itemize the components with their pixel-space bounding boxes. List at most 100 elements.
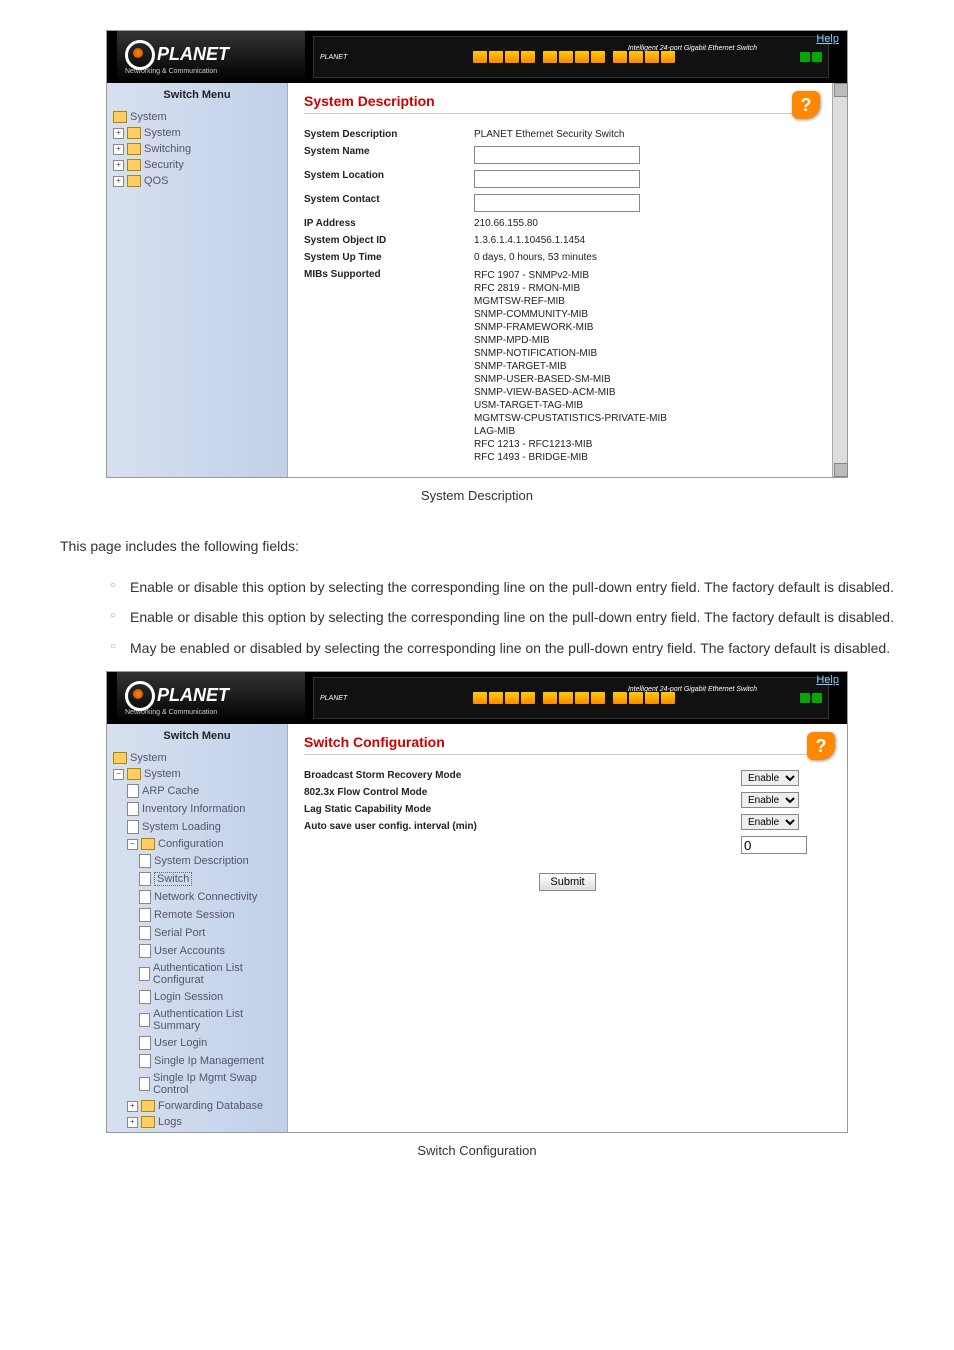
bullet-item: ○Enable or disable this option by select…	[110, 604, 894, 631]
expand-icon[interactable]: +	[113, 128, 124, 139]
sidebar: Switch Menu System +System +Switching +S…	[107, 83, 288, 477]
label-sysdesc: System Description	[304, 129, 474, 140]
tree-item[interactable]: +Switching	[113, 141, 281, 157]
logo: PLANET Networking & Communication	[117, 31, 305, 83]
doc-icon	[139, 890, 151, 904]
expand-icon[interactable]: +	[113, 144, 124, 155]
doc-icon	[139, 908, 151, 922]
doc-icon	[139, 1077, 150, 1091]
folder-icon	[113, 752, 127, 764]
select-bcast[interactable]: Enable	[741, 770, 799, 786]
folder-icon	[141, 1100, 155, 1112]
page-title: System Description	[304, 93, 816, 114]
doc-icon	[127, 802, 139, 816]
label-sysname: System Name	[304, 146, 474, 164]
tree-item[interactable]: −Configuration	[113, 836, 281, 852]
doc-icon	[127, 784, 139, 798]
logo: PLANET Networking & Communication	[117, 672, 305, 724]
tree-item[interactable]: Single Ip Mgmt Swap Control	[113, 1070, 281, 1098]
label-bcast: Broadcast Storm Recovery Mode	[304, 770, 564, 781]
tree-item[interactable]: Login Session	[113, 988, 281, 1006]
tree-item[interactable]: Serial Port	[113, 924, 281, 942]
device-image: PLANET	[313, 677, 829, 719]
tree-root[interactable]: System	[113, 109, 281, 125]
tree-item[interactable]: System Description	[113, 852, 281, 870]
input-sysname[interactable]	[474, 146, 640, 164]
content-pane: ? Switch Configuration Broadcast Storm R…	[288, 724, 847, 1132]
screenshot-switch-config: PLANET Networking & Communication PLANET…	[106, 671, 848, 1133]
tree-item[interactable]: +Forwarding Database	[113, 1098, 281, 1114]
label-flow: 802.3x Flow Control Mode	[304, 787, 564, 798]
figure-caption: System Description	[60, 488, 894, 503]
val-sysdesc: PLANET Ethernet Security Switch	[474, 129, 816, 140]
tree-item[interactable]: −System	[113, 766, 281, 782]
doc-icon	[127, 820, 139, 834]
tree-item[interactable]: Network Connectivity	[113, 888, 281, 906]
tree-item[interactable]: Single Ip Management	[113, 1052, 281, 1070]
tree-item[interactable]: Inventory Information	[113, 800, 281, 818]
expand-icon[interactable]: +	[127, 1101, 138, 1112]
tree-root[interactable]: System	[113, 750, 281, 766]
tree-item[interactable]: Authentication List Configurat	[113, 960, 281, 988]
page-title: Switch Configuration	[304, 734, 831, 755]
label-mibs: MIBs Supported	[304, 269, 474, 464]
label-uptime: System Up Time	[304, 252, 474, 263]
tree-item[interactable]: User Accounts	[113, 942, 281, 960]
tree-item[interactable]: +QOS	[113, 173, 281, 189]
banner: PLANET Networking & Communication PLANET…	[107, 672, 847, 724]
tree-item[interactable]: +Logs	[113, 1114, 281, 1130]
tree-item[interactable]: ARP Cache	[113, 782, 281, 800]
brand-text: PLANET	[157, 685, 229, 706]
help-icon[interactable]: ?	[807, 732, 835, 760]
doc-icon	[139, 990, 151, 1004]
tree-item[interactable]: Remote Session	[113, 906, 281, 924]
doc-icon	[139, 967, 150, 981]
tree-item[interactable]: +System	[113, 125, 281, 141]
help-link[interactable]: Help	[816, 674, 839, 686]
label-syscontact: System Contact	[304, 194, 474, 212]
tree-item[interactable]: System Loading	[113, 818, 281, 836]
folder-icon	[127, 159, 141, 171]
tree-item[interactable]: +Security	[113, 157, 281, 173]
doc-icon	[139, 1054, 151, 1068]
folder-icon	[127, 127, 141, 139]
expand-icon[interactable]: +	[127, 1117, 138, 1128]
input-syslocation[interactable]	[474, 170, 640, 188]
brand-text: PLANET	[157, 44, 229, 65]
val-ip: 210.66.155.80	[474, 218, 816, 229]
collapse-icon[interactable]: −	[127, 839, 138, 850]
input-syscontact[interactable]	[474, 194, 640, 212]
tree-item[interactable]: Authentication List Summary	[113, 1006, 281, 1034]
sidebar-title: Switch Menu	[107, 83, 287, 107]
folder-icon	[113, 111, 127, 123]
tree-item[interactable]: User Login	[113, 1034, 281, 1052]
device-label: Intelligent 24-port Gigabit Ethernet Swi…	[628, 45, 757, 52]
scrollbar[interactable]	[832, 83, 847, 477]
doc-icon	[139, 1036, 151, 1050]
device-image: PLANET	[313, 36, 829, 78]
folder-icon	[127, 143, 141, 155]
tree-item[interactable]: Switch	[113, 870, 281, 888]
help-link[interactable]: Help	[816, 33, 839, 45]
doc-icon	[139, 1013, 150, 1027]
label-oid: System Object ID	[304, 235, 474, 246]
select-flow[interactable]: Enable	[741, 792, 799, 808]
label-lag: Lag Static Capability Mode	[304, 804, 564, 815]
doc-icon	[139, 872, 151, 886]
input-autosave[interactable]	[741, 836, 807, 854]
sidebar-title: Switch Menu	[107, 724, 287, 748]
val-uptime: 0 days, 0 hours, 53 minutes	[474, 252, 816, 263]
doc-icon	[139, 926, 151, 940]
label-syslocation: System Location	[304, 170, 474, 188]
help-icon[interactable]: ?	[792, 91, 820, 119]
submit-button[interactable]: Submit	[539, 873, 595, 891]
collapse-icon[interactable]: −	[113, 769, 124, 780]
val-mibs: RFC 1907 - SNMPv2-MIBRFC 2819 - RMON-MIB…	[474, 269, 816, 464]
sidebar: Switch Menu System −System ARP CacheInve…	[107, 724, 288, 1132]
doc-intro: This page includes the following fields:	[60, 533, 894, 560]
expand-icon[interactable]: +	[113, 160, 124, 171]
doc-icon	[139, 854, 151, 868]
expand-icon[interactable]: +	[113, 176, 124, 187]
folder-icon	[127, 768, 141, 780]
select-lag[interactable]: Enable	[741, 814, 799, 830]
